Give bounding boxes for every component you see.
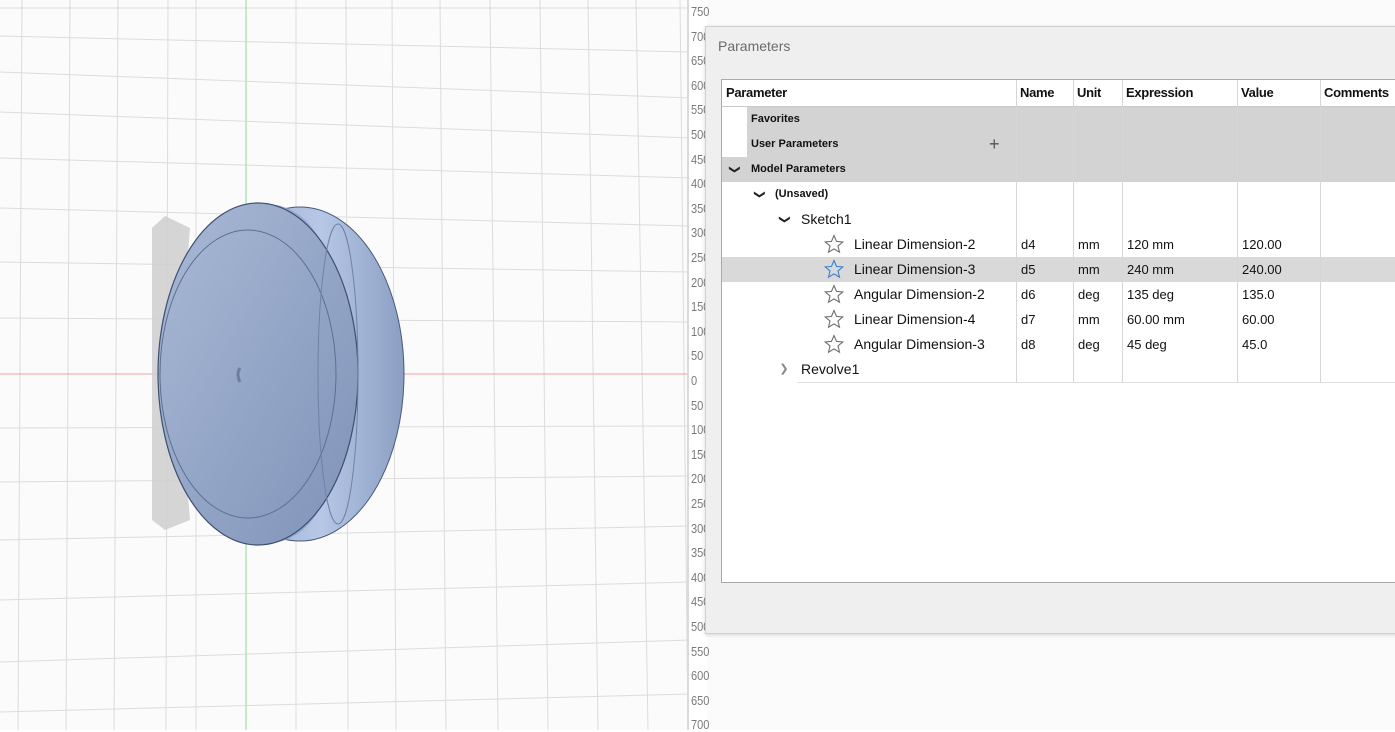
chevron-down-icon[interactable]: ❯ <box>772 214 797 226</box>
chevron-right-icon[interactable]: ❯ <box>778 357 790 382</box>
chevron-down-icon[interactable]: ❯ <box>747 189 772 201</box>
group-user-parameters[interactable]: User Parameters + <box>747 132 1395 157</box>
tree-item-revolve1[interactable]: ❯ Revolve1 <box>722 357 1395 382</box>
unit-cell: deg <box>1078 337 1100 352</box>
ruler-label: 700 <box>691 717 710 732</box>
column-header-unit[interactable]: Unit <box>1073 80 1122 106</box>
parameter-row[interactable]: Angular Dimension-3 d8 deg 45 deg 45.0 <box>722 332 1395 357</box>
value-cell: 135.0 <box>1242 287 1275 302</box>
value-cell: 60.00 <box>1242 312 1275 327</box>
tree-item-unsaved-label: (Unsaved) <box>775 188 829 200</box>
tree-item-sketch1[interactable]: ❯ Sketch1 <box>722 207 1395 232</box>
unit-cell: deg <box>1078 287 1100 302</box>
ruler-label: 600 <box>691 668 710 684</box>
tree-item-unsaved[interactable]: ❯ (Unsaved) <box>722 182 1395 207</box>
value-cell: 45.0 <box>1242 337 1268 352</box>
parameter-row[interactable]: Angular Dimension-2 d6 deg 135 deg 135.0 <box>722 282 1395 307</box>
name-cell[interactable]: d4 <box>1021 232 1035 257</box>
parameters-table: Parameter Name Unit Expression Value Com… <box>721 79 1395 583</box>
star-outline-icon[interactable] <box>823 309 845 329</box>
group-favorites[interactable]: Favorites <box>747 107 1395 132</box>
ruler-label: 550 <box>691 643 710 659</box>
parameter-row[interactable]: Linear Dimension-3 d5 mm 240 mm 240.00 <box>722 257 1395 282</box>
expression-cell[interactable]: 240 mm <box>1127 257 1174 282</box>
group-model-parameters[interactable]: ❯ Model Parameters <box>722 157 1395 182</box>
chevron-down-icon[interactable]: ❯ <box>722 164 747 176</box>
parameters-dialog: Parameters Parameter Name Unit Expressio… <box>705 26 1395 634</box>
expression-cell[interactable]: 120 mm <box>1127 232 1174 257</box>
star-outline-icon[interactable] <box>823 334 845 354</box>
dialog-title: Parameters <box>718 38 791 54</box>
expression-cell[interactable]: 135 deg <box>1127 282 1174 307</box>
star-outline-icon[interactable] <box>823 284 845 304</box>
pulley-model <box>157 202 405 546</box>
name-cell[interactable]: d6 <box>1021 282 1035 307</box>
column-header-value[interactable]: Value <box>1237 80 1320 106</box>
parameter-row[interactable]: Linear Dimension-4 d7 mm 60.00 mm 60.00 <box>722 307 1395 332</box>
parameter-name-cell: Linear Dimension-4 <box>854 311 976 327</box>
unit-cell: mm <box>1078 237 1100 252</box>
parameter-row[interactable]: Linear Dimension-2 d4 mm 120 mm 120.00 <box>722 232 1395 257</box>
ruler-label: 50 <box>691 397 704 413</box>
group-favorites-label: Favorites <box>751 113 800 125</box>
unit-cell: mm <box>1078 312 1100 327</box>
tree-item-sketch1-label: Sketch1 <box>801 211 852 227</box>
group-model-parameters-label: Model Parameters <box>751 163 846 175</box>
plus-icon[interactable]: + <box>989 132 1000 157</box>
parameter-name-cell: Angular Dimension-3 <box>854 336 985 352</box>
ruler-label: 50 <box>691 348 704 364</box>
name-cell[interactable]: d5 <box>1021 257 1035 282</box>
column-header-comments[interactable]: Comments <box>1320 80 1395 106</box>
star-outline-icon[interactable] <box>823 259 845 279</box>
group-user-parameters-label: User Parameters <box>751 138 839 150</box>
name-cell[interactable]: d8 <box>1021 332 1035 357</box>
column-header-expression[interactable]: Expression <box>1122 80 1237 106</box>
ruler-label: 0 <box>691 373 698 388</box>
parameter-name-cell: Angular Dimension-2 <box>854 286 985 302</box>
ruler-label: 750 <box>691 4 710 19</box>
column-header-parameter[interactable]: Parameter <box>722 80 1016 106</box>
unit-cell: mm <box>1078 262 1100 277</box>
ruler-label: 650 <box>691 692 710 708</box>
parameter-name-cell: Linear Dimension-2 <box>854 236 976 252</box>
name-cell[interactable]: d7 <box>1021 307 1035 332</box>
expression-cell[interactable]: 45 deg <box>1127 332 1167 357</box>
value-cell: 240.00 <box>1242 262 1282 277</box>
parameter-name-cell: Linear Dimension-3 <box>854 261 976 277</box>
tree-item-revolve1-label: Revolve1 <box>801 361 860 377</box>
value-cell: 120.00 <box>1242 237 1282 252</box>
column-header-name[interactable]: Name <box>1016 80 1073 106</box>
expression-cell[interactable]: 60.00 mm <box>1127 307 1185 332</box>
star-outline-icon[interactable] <box>823 234 845 254</box>
